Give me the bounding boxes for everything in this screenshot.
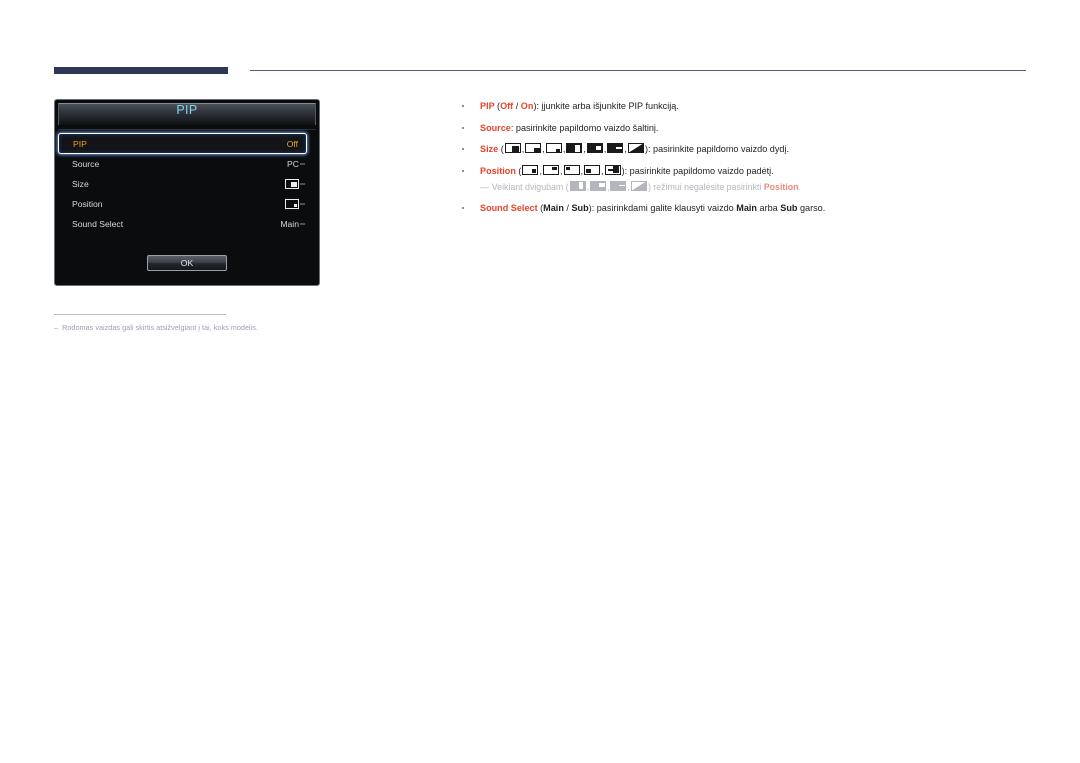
osd-row-source[interactable]: Source PC	[58, 154, 307, 174]
figure-note-rule	[54, 314, 226, 315]
position-bottom-left-icon	[584, 164, 601, 175]
osd-row-size[interactable]: Size	[58, 174, 307, 194]
text-source-description: : pasirinkite papildomo vaizdo šaltinį.	[510, 122, 659, 133]
size-double-bar-icon	[607, 143, 624, 153]
osd-row-label: Size	[72, 179, 89, 189]
figure-note: – Rodomas vaizdas gali skirtis atsižvelgi…	[54, 323, 258, 332]
bullet-sound-select: Sound Select (Main / Sub): pasirinkdami …	[458, 202, 1038, 215]
keyword-sub-1: Sub	[571, 203, 589, 213]
size-small-bottom-right-icon	[545, 143, 562, 153]
keyword-main-1: Main	[543, 203, 564, 213]
text-position-description: ): pasirinkite papildomo vaizdo padėtį.	[621, 165, 774, 176]
bullet-pip: PIP (Off / On): įjunkite arba išjunkite …	[458, 100, 1038, 113]
size-double-narrow-split-icon	[586, 143, 603, 153]
keyword-size: Size	[480, 144, 501, 154]
position-top-left-icon	[563, 164, 580, 175]
bullet-dot-icon	[462, 169, 465, 172]
text-sound-description-2: arba	[756, 203, 781, 213]
bullet-size: Size (,,,,,,): pasirinkite papildomo vai…	[458, 143, 1038, 156]
osd-row-position[interactable]: Position	[58, 194, 307, 214]
subnote-keyword-position: Position	[763, 181, 799, 192]
osd-row-sound-select[interactable]: Sound Select Main	[58, 214, 307, 234]
subnote-mid-text: ) režimui negalėsite pasirinkti	[647, 181, 764, 192]
osd-row-tick	[300, 203, 305, 205]
bullet-dot-icon	[462, 126, 465, 129]
osd-row-tick	[300, 183, 305, 185]
size-diagonal-split-icon	[627, 143, 644, 153]
header-accent-rule	[54, 67, 228, 74]
text-size-description: ): pasirinkite papildomo vaizdo dydį.	[644, 144, 790, 154]
keyword-source: Source	[480, 122, 511, 133]
text-sound-description-1: ): pasirinkdami galite klausyti vaizdo	[588, 203, 737, 213]
ok-button[interactable]: OK	[147, 255, 227, 271]
position-bottom-right-icon	[522, 164, 539, 175]
osd-row-value-position-icon	[285, 199, 299, 210]
keyword-sub-2: Sub	[780, 203, 798, 213]
description-list: PIP ( Off / On): įjunkite arba išjunkite …	[458, 100, 1038, 224]
keyword-pip: PIP	[480, 101, 498, 111]
osd-row-label: Position	[72, 199, 103, 209]
text-open-paren: (	[500, 144, 504, 154]
bullet-dot-icon	[462, 105, 465, 108]
header-thin-rule	[250, 70, 1026, 72]
position-subnote: — Veikiant dvigubam (,,,) režimui negalės…	[480, 180, 801, 192]
size-double-wide-split-icon	[569, 180, 586, 191]
osd-row-value: PC	[287, 159, 299, 169]
osd-row-tick	[300, 163, 305, 165]
keyword-main-2: Main	[736, 203, 757, 213]
size-large-bottom-right-icon	[504, 143, 521, 153]
position-bottom-right-icon	[285, 199, 299, 210]
subnote-post-text: .	[798, 181, 801, 192]
keyword-off: Off	[500, 101, 514, 111]
position-custom-move-icon	[604, 164, 621, 175]
text-sound-description-3: garso.	[797, 203, 826, 213]
osd-menu-list: PIP Off Source PC Size Position Sound Se…	[58, 133, 307, 234]
keyword-position: Position	[480, 165, 519, 176]
bullet-position: Position (,,,,): pasirinkite papildomo v…	[458, 164, 1038, 194]
text-open-paren: (	[518, 165, 522, 176]
size-double-bar-icon	[610, 180, 627, 191]
bullet-source: Source: pasirinkite papildomo vaizdo šal…	[458, 122, 1038, 135]
keyword-sound-select: Sound Select	[480, 203, 541, 213]
osd-row-value: Off	[286, 138, 298, 149]
size-double-wide-split-icon	[566, 143, 583, 153]
position-top-right-icon	[542, 164, 559, 175]
size-diagonal-split-icon	[630, 180, 647, 191]
osd-row-value: Main	[280, 219, 299, 229]
osd-row-label: Sound Select	[72, 219, 124, 229]
keyword-on: On	[520, 101, 534, 111]
text-pip-description: ): įjunkite arba išjunkite PIP funkciją.	[533, 101, 679, 111]
osd-row-label: PIP	[73, 138, 87, 149]
osd-row-value-size-icon	[285, 179, 299, 190]
osd-row-tick	[300, 223, 305, 225]
subnote-dash: —	[480, 181, 489, 192]
size-large-bottom-right-icon	[285, 179, 299, 190]
size-double-narrow-split-icon	[590, 180, 607, 191]
figure-note-text: Rodomas vaizdas gali skirtis atsižvelgia…	[62, 323, 258, 332]
bullet-dot-icon	[462, 207, 465, 210]
subnote-pre-text: Veikiant dvigubam (	[491, 181, 569, 192]
size-medium-bottom-right-icon	[525, 143, 542, 153]
osd-title-divider	[58, 129, 316, 130]
figure-note-dash: –	[54, 323, 59, 332]
bullet-dot-icon	[462, 148, 465, 151]
pip-osd-dialog: PIP PIP Off Source PC Size Position Soun…	[54, 99, 320, 286]
osd-title: PIP	[176, 103, 198, 117]
text-separator: /	[513, 101, 521, 111]
osd-row-label: Source	[72, 159, 100, 169]
osd-row-pip[interactable]: PIP Off	[58, 133, 307, 154]
